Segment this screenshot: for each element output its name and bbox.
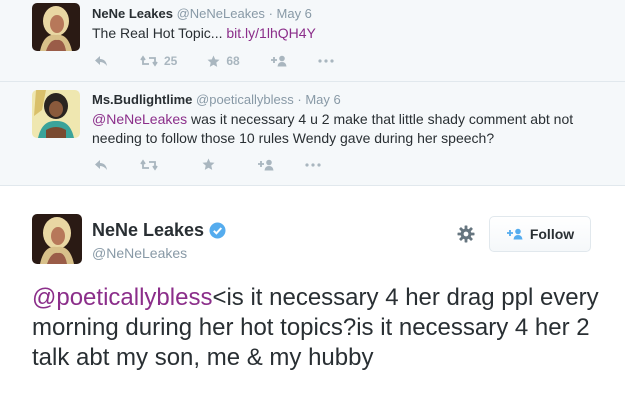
tweet-text: The Real Hot Topic... bit.ly/1lhQH4Y <box>92 24 592 43</box>
mention-link[interactable]: @poeticallybless <box>32 284 212 311</box>
tweet-text: @poeticallybless<is it necessary 4 her d… <box>32 283 612 373</box>
author-name[interactable]: NeNe Leakes <box>92 6 173 21</box>
tweet-date[interactable]: · May 6 <box>297 92 340 107</box>
tweet-budlightlime-reply[interactable]: Ms.Budlightlime @poeticallybless · May 6… <box>0 82 625 186</box>
tweet-body: The Real Hot Topic... <box>92 25 227 41</box>
retweet-count[interactable]: 25 <box>164 54 177 68</box>
tweet-nene-hot-topic[interactable]: NeNe Leakes @NeNeLeakes · May 6 The Real… <box>0 0 625 82</box>
favorite-icon[interactable] <box>202 158 215 171</box>
gear-icon[interactable] <box>457 225 475 248</box>
retweet-icon[interactable] <box>140 158 158 171</box>
follow-button[interactable]: Follow <box>489 216 591 252</box>
author-name[interactable]: NeNe Leakes <box>92 220 204 241</box>
tweet-link[interactable]: bit.ly/1lhQH4Y <box>226 25 315 41</box>
avatar[interactable] <box>32 90 80 138</box>
author-handle[interactable]: @NeNeLeakes <box>177 6 265 21</box>
tweet-actions <box>92 158 321 171</box>
conversation-context: NeNe Leakes @NeNeLeakes · May 6 The Real… <box>0 0 625 186</box>
more-icon[interactable] <box>318 59 334 63</box>
tweet-text: @NeNeLeakes was it necessary 4 u 2 make … <box>92 110 592 148</box>
author-handle[interactable]: @poeticallybless <box>196 92 294 107</box>
mention-link[interactable]: @NeNeLeakes <box>92 111 187 127</box>
more-icon[interactable] <box>305 162 321 167</box>
reply-icon[interactable] <box>94 159 108 171</box>
retweet-icon[interactable] <box>140 55 158 67</box>
add-user-icon <box>506 228 524 240</box>
follow-user-icon[interactable] <box>270 55 288 67</box>
avatar[interactable] <box>32 3 80 51</box>
favorite-count[interactable]: 68 <box>226 54 239 68</box>
tweet-actions: 25 68 <box>92 54 334 68</box>
follow-user-icon[interactable] <box>257 159 275 171</box>
reply-icon[interactable] <box>94 55 108 67</box>
verified-icon <box>209 222 226 239</box>
author-name[interactable]: Ms.Budlightlime <box>92 92 192 107</box>
main-tweet: NeNe Leakes @NeNeLeakes Follow @poetical… <box>0 187 625 420</box>
author-name-row: NeNe Leakes <box>92 220 226 241</box>
author-handle[interactable]: @NeNeLeakes <box>92 245 187 261</box>
tweet-date[interactable]: · May 6 <box>269 6 312 21</box>
favorite-icon[interactable] <box>207 55 220 68</box>
follow-label: Follow <box>529 226 575 242</box>
avatar[interactable] <box>32 214 82 264</box>
